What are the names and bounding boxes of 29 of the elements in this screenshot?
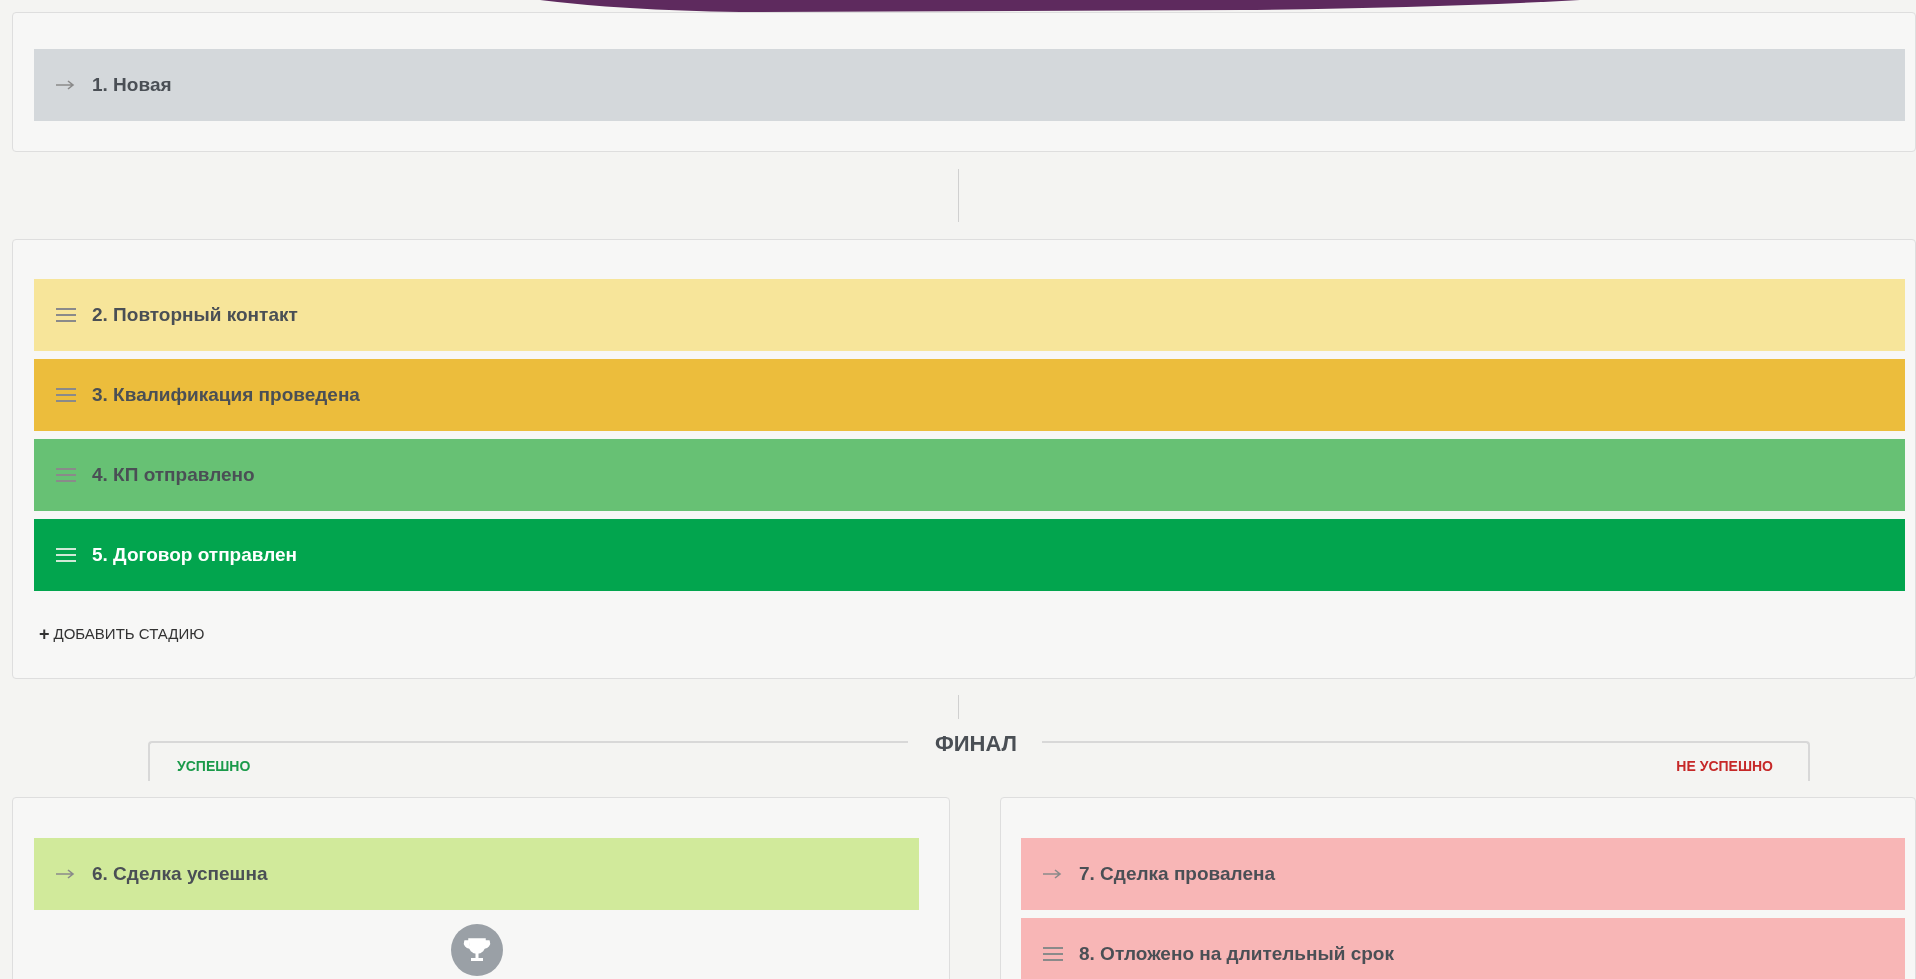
stage-name: 1. Новая [92,72,172,97]
stage-name: 5. Договор отправлен [92,542,298,567]
drag-handle-icon [56,468,76,482]
stage-bar[interactable]: 3. Квалификация проведена [34,359,1905,431]
stage-bar[interactable]: 8. Отложено на длительный срок [1021,918,1905,979]
stage-name: 2. Повторный контакт [92,302,298,327]
stage-name: 8. Отложено на длительный срок [1079,941,1394,966]
stage-bar[interactable]: 2. Повторный контакт [34,279,1905,351]
drag-handle-icon [56,388,76,402]
drag-handle-icon [56,308,76,322]
drag-handle-icon [56,548,76,562]
arrow-icon [1043,869,1063,879]
drag-handle-icon [1043,947,1063,961]
stage-name: 6. Сделка успешна [92,861,268,886]
stage-name: 7. Сделка провалена [1079,861,1275,886]
failure-label: НЕ УСПЕШНО [1676,757,1773,776]
stage-name: 4. КП отправлено [92,462,255,487]
stage-bar[interactable]: 5. Договор отправлен [34,519,1905,591]
add-stage-button[interactable]: + ДОБАВИТЬ СТАДИЮ [34,621,205,648]
trophy-icon [450,924,503,976]
arrow-icon [56,869,76,879]
final-title: ФИНАЛ [933,730,1019,758]
stage-bar[interactable]: 4. КП отправлено [34,439,1905,511]
stage-name: 3. Квалификация проведена [92,382,360,407]
stage-bar[interactable]: 1. Новая [34,49,1905,121]
stage-bar[interactable]: 6. Сделка успешна [34,838,919,910]
success-label: УСПЕШНО [177,757,251,776]
arrow-icon [56,80,76,90]
stage-bar[interactable]: 7. Сделка провалена [1021,838,1905,910]
